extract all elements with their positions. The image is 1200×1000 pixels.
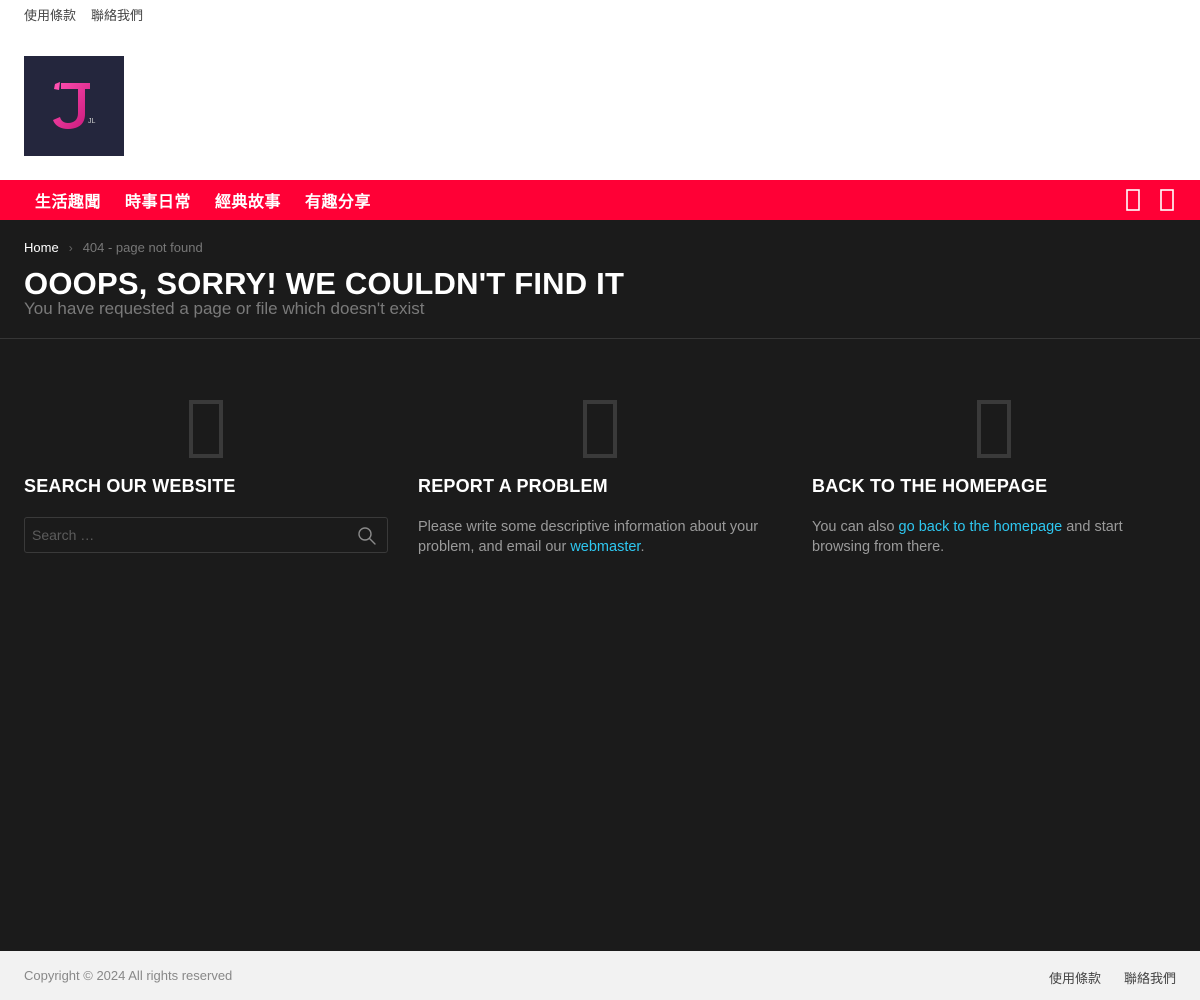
warning-icon	[583, 400, 617, 458]
nav-search-button[interactable]	[1124, 189, 1142, 211]
search-section: Search our website	[24, 400, 388, 553]
homepage-section: Back to the homepage You can also go bac…	[812, 400, 1176, 557]
page-header: Home › 404 - page not found OOOPS, SORRY…	[0, 220, 1200, 339]
nav-menu-button[interactable]	[1158, 189, 1176, 211]
homepage-section-heading: Back to the homepage	[812, 476, 1048, 496]
logo-small-text: JL	[88, 118, 96, 125]
nav-menu: 生活趣聞 時事日常 經典故事 有趣分享	[35, 180, 371, 220]
menu-icon	[1160, 189, 1174, 211]
report-section-icon-wrap	[418, 400, 782, 470]
webmaster-link[interactable]: webmaster	[570, 539, 640, 555]
nav-item-current-events[interactable]: 時事日常	[125, 188, 191, 212]
report-section-heading: Report a problem	[418, 476, 608, 496]
homepage-section-text: You can also go back to the homepage and…	[812, 517, 1176, 557]
copyright-text: Copyright © 2024 All rights reserved	[24, 968, 233, 983]
search-input[interactable]	[25, 518, 387, 552]
report-section-text: Please write some descriptive informatio…	[418, 517, 782, 557]
search-form	[24, 517, 388, 553]
site-header: 使用條款 聯絡我們 JL	[0, 0, 1200, 180]
main-nav: 生活趣聞 時事日常 經典故事 有趣分享	[0, 180, 1200, 220]
homepage-section-icon-wrap	[812, 400, 1176, 470]
page-subtitle: You have requested a page or file which …	[24, 299, 425, 318]
footer-link-terms[interactable]: 使用條款	[1049, 968, 1101, 987]
nav-item-life[interactable]: 生活趣聞	[35, 188, 101, 212]
nav-actions	[1124, 180, 1176, 220]
search-icon	[189, 400, 223, 458]
search-icon	[1126, 189, 1140, 211]
nav-item-classic-stories[interactable]: 經典故事	[215, 188, 281, 212]
report-section: Report a problem Please write some descr…	[418, 400, 782, 557]
site-footer: Copyright © 2024 All rights reserved 使用條…	[0, 951, 1200, 1000]
footer-links: 使用條款 聯絡我們	[1049, 968, 1176, 987]
search-section-heading: Search our website	[24, 476, 236, 496]
report-text-after: .	[640, 539, 645, 555]
site-logo[interactable]: JL	[24, 56, 124, 156]
home-text-before: You can also	[812, 519, 899, 535]
top-link-terms[interactable]: 使用條款	[24, 8, 76, 24]
page-title: OOOPS, SORRY! WE COULDN'T FIND IT	[24, 266, 625, 301]
search-section-icon-wrap	[24, 400, 388, 470]
search-submit-button[interactable]	[357, 526, 377, 546]
nav-item-fun-share[interactable]: 有趣分享	[305, 188, 371, 212]
top-link-contact[interactable]: 聯絡我們	[91, 8, 143, 24]
breadcrumb-separator: ›	[68, 240, 73, 255]
breadcrumb: Home › 404 - page not found	[24, 240, 203, 255]
logo-image: JL	[53, 82, 96, 129]
magnifier-icon	[358, 527, 376, 545]
home-icon	[977, 400, 1011, 458]
homepage-link[interactable]: go back to the homepage	[899, 519, 1063, 535]
breadcrumb-home[interactable]: Home	[24, 240, 59, 255]
footer-link-contact[interactable]: 聯絡我們	[1124, 968, 1176, 987]
top-links: 使用條款 聯絡我們	[24, 8, 143, 24]
breadcrumb-current: 404 - page not found	[82, 240, 203, 255]
